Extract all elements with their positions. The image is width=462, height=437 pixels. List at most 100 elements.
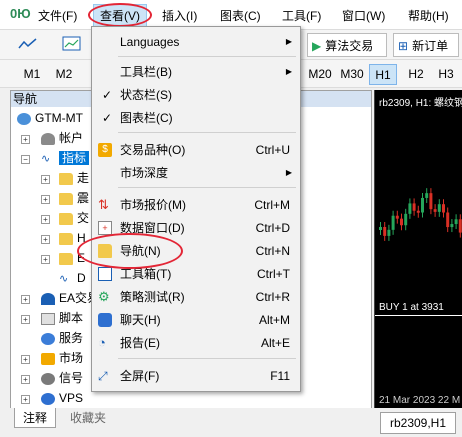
menu-item-languages[interactable]: Languages ▶ [92,31,300,53]
navigator-shortcut: Ctrl+N [255,244,290,258]
tree-vps[interactable]: VPS [41,388,83,408]
menu-item-strategy-tester[interactable]: ⚙ 策略测试(R) Ctrl+R [92,286,300,308]
tree-accounts[interactable]: 帐户 [41,128,83,148]
play-icon: ▶ [312,39,322,53]
tab-comments[interactable]: 注释 [14,408,57,428]
tree-signals[interactable]: 信号 [41,368,83,388]
menu-item-navigator[interactable]: 导航(N) Ctrl+N [92,240,300,262]
menu-item-symbols[interactable]: $ 交易品种(O) Ctrl+U [92,139,300,161]
candle-body [429,193,433,210]
reports-label: 报告(E) [120,336,160,350]
tree-folder-5[interactable]: E [59,248,85,268]
tf-m30[interactable]: M30 [338,64,366,85]
expand-ea-icon[interactable]: + [21,295,30,304]
tree-folder-4[interactable]: H [59,228,86,248]
menu-insert[interactable]: 插入(I) [162,7,197,24]
toolbox-icon [98,267,112,281]
chart-tab[interactable]: rb2309,H1 [380,412,456,434]
tree-folder-3[interactable]: 交 [59,208,89,228]
submenu-arrow-icon: ▶ [285,37,292,46]
bag-icon [41,352,55,365]
tf-h3[interactable]: H3 [432,64,460,85]
candle-body [387,229,391,236]
expand-market-icon[interactable]: + [21,355,30,364]
separator [118,358,296,359]
expand-folder-4-icon[interactable]: + [41,235,50,244]
menu-item-market-watch[interactable]: ⇅ 市场报价(M) Ctrl+M [92,194,300,216]
tree-folder-1[interactable]: 走 [59,168,89,188]
folder-icon [59,192,73,205]
expand-folder-2-icon[interactable]: + [41,195,50,204]
signals-label: 信号 [59,371,84,385]
expand-scripts-icon[interactable]: + [21,315,30,324]
algo-trading-button[interactable]: ▶ 算法交易 [307,33,387,57]
market-watch-label: 市场报价(M) [120,198,186,212]
tab-favorites[interactable]: 收藏夹 [62,408,114,428]
account-root-label: GTM-MT [35,111,83,125]
navigator-tabs: 注释 收藏夹 [10,408,372,428]
tf-h1[interactable]: H1 [369,64,397,85]
reports-shortcut: Alt+E [260,336,290,350]
checkmark-icon: ✓ [102,88,113,102]
expand-signals-icon[interactable]: + [21,375,30,384]
ea-icon [41,292,55,305]
folder-icon [59,252,73,265]
menu-item-data-window[interactable]: + 数据窗口(D) Ctrl+D [92,217,300,239]
candle-body [408,203,412,214]
languages-label: Languages [120,35,180,49]
chart-window-icon[interactable] [62,36,82,52]
market-watch-shortcut: Ctrl+M [254,198,290,212]
tree-scripts[interactable]: 脚本 [41,308,83,328]
tree-account-root[interactable]: GTM-MT [17,108,83,128]
folder-2-label: 震 [77,191,90,205]
menu-view[interactable]: 查看(V) [93,4,147,27]
candle-body [416,210,420,213]
tree-services[interactable]: 服务 [41,328,83,348]
expand-folder-3-icon[interactable]: + [41,215,50,224]
strategy-tester-shortcut: Ctrl+R [255,290,290,304]
signal-icon [41,372,55,385]
accounts-label: 帐户 [59,131,84,145]
menu-item-toolbox[interactable]: 工具箱(T) Ctrl+T [92,263,300,285]
menu-item-chart-bar[interactable]: ✓ 图表栏(C) [92,107,300,129]
expand-vps-icon[interactable]: + [21,395,30,404]
separator [118,56,296,57]
candle-body [458,219,462,233]
tf-m1[interactable]: M1 [18,64,46,85]
new-order-button[interactable]: ⊞ 新订单 [393,33,459,57]
candle-body [446,212,450,228]
menu-item-depth[interactable]: 市场深度 ▶ [92,162,300,184]
navigator-label: 导航(N) [120,244,161,258]
submenu-arrow-icon: ▶ [285,168,292,177]
menu-chart[interactable]: 图表(C) [220,7,261,24]
menu-item-chat[interactable]: 聊天(H) Alt+M [92,309,300,331]
tf-h2[interactable]: H2 [402,64,430,85]
separator [118,187,296,188]
price-chart[interactable]: rb2309, H1: 螺纹钢 BUY 1 at 3931 21 Mar 202… [374,90,462,408]
menu-item-toolbars[interactable]: 工具栏(B) ▶ [92,61,300,83]
menu-window[interactable]: 窗口(W) [342,7,385,24]
market-watch-icon: ⇅ [98,197,109,212]
tf-m20[interactable]: M20 [306,64,334,85]
menu-item-status-bar[interactable]: ✓ 状态栏(S) [92,84,300,106]
candle-body [433,209,437,212]
menu-tools[interactable]: 工具(F) [282,7,321,24]
tree-folder-2[interactable]: 震 [59,188,89,208]
expand-folder-5-icon[interactable]: + [41,255,50,264]
tree-indicators[interactable]: ∿ 指标 [41,148,90,168]
candle-body [404,213,408,226]
tree-item-d[interactable]: ∿ D [59,268,86,288]
tf-m2[interactable]: M2 [50,64,78,85]
buy-label: BUY 1 at 3931 [379,302,444,313]
tree-market[interactable]: 市场 [41,348,83,368]
expand-accounts-icon[interactable]: + [21,135,30,144]
strategy-tester-label: 策略测试(R) [120,290,185,304]
buy-level-line [375,315,462,316]
line-chart-icon[interactable] [18,36,38,52]
menu-item-fullscreen[interactable]: ⤢ 全屏(F) F11 [92,365,300,387]
menu-help[interactable]: 帮助(H) [408,7,449,24]
menu-item-reports[interactable]: ◔ 报告(E) Alt+E [92,332,300,354]
collapse-indicators-icon[interactable]: − [21,155,30,164]
expand-folder-1-icon[interactable]: + [41,175,50,184]
menu-file[interactable]: 文件(F) [38,7,77,24]
